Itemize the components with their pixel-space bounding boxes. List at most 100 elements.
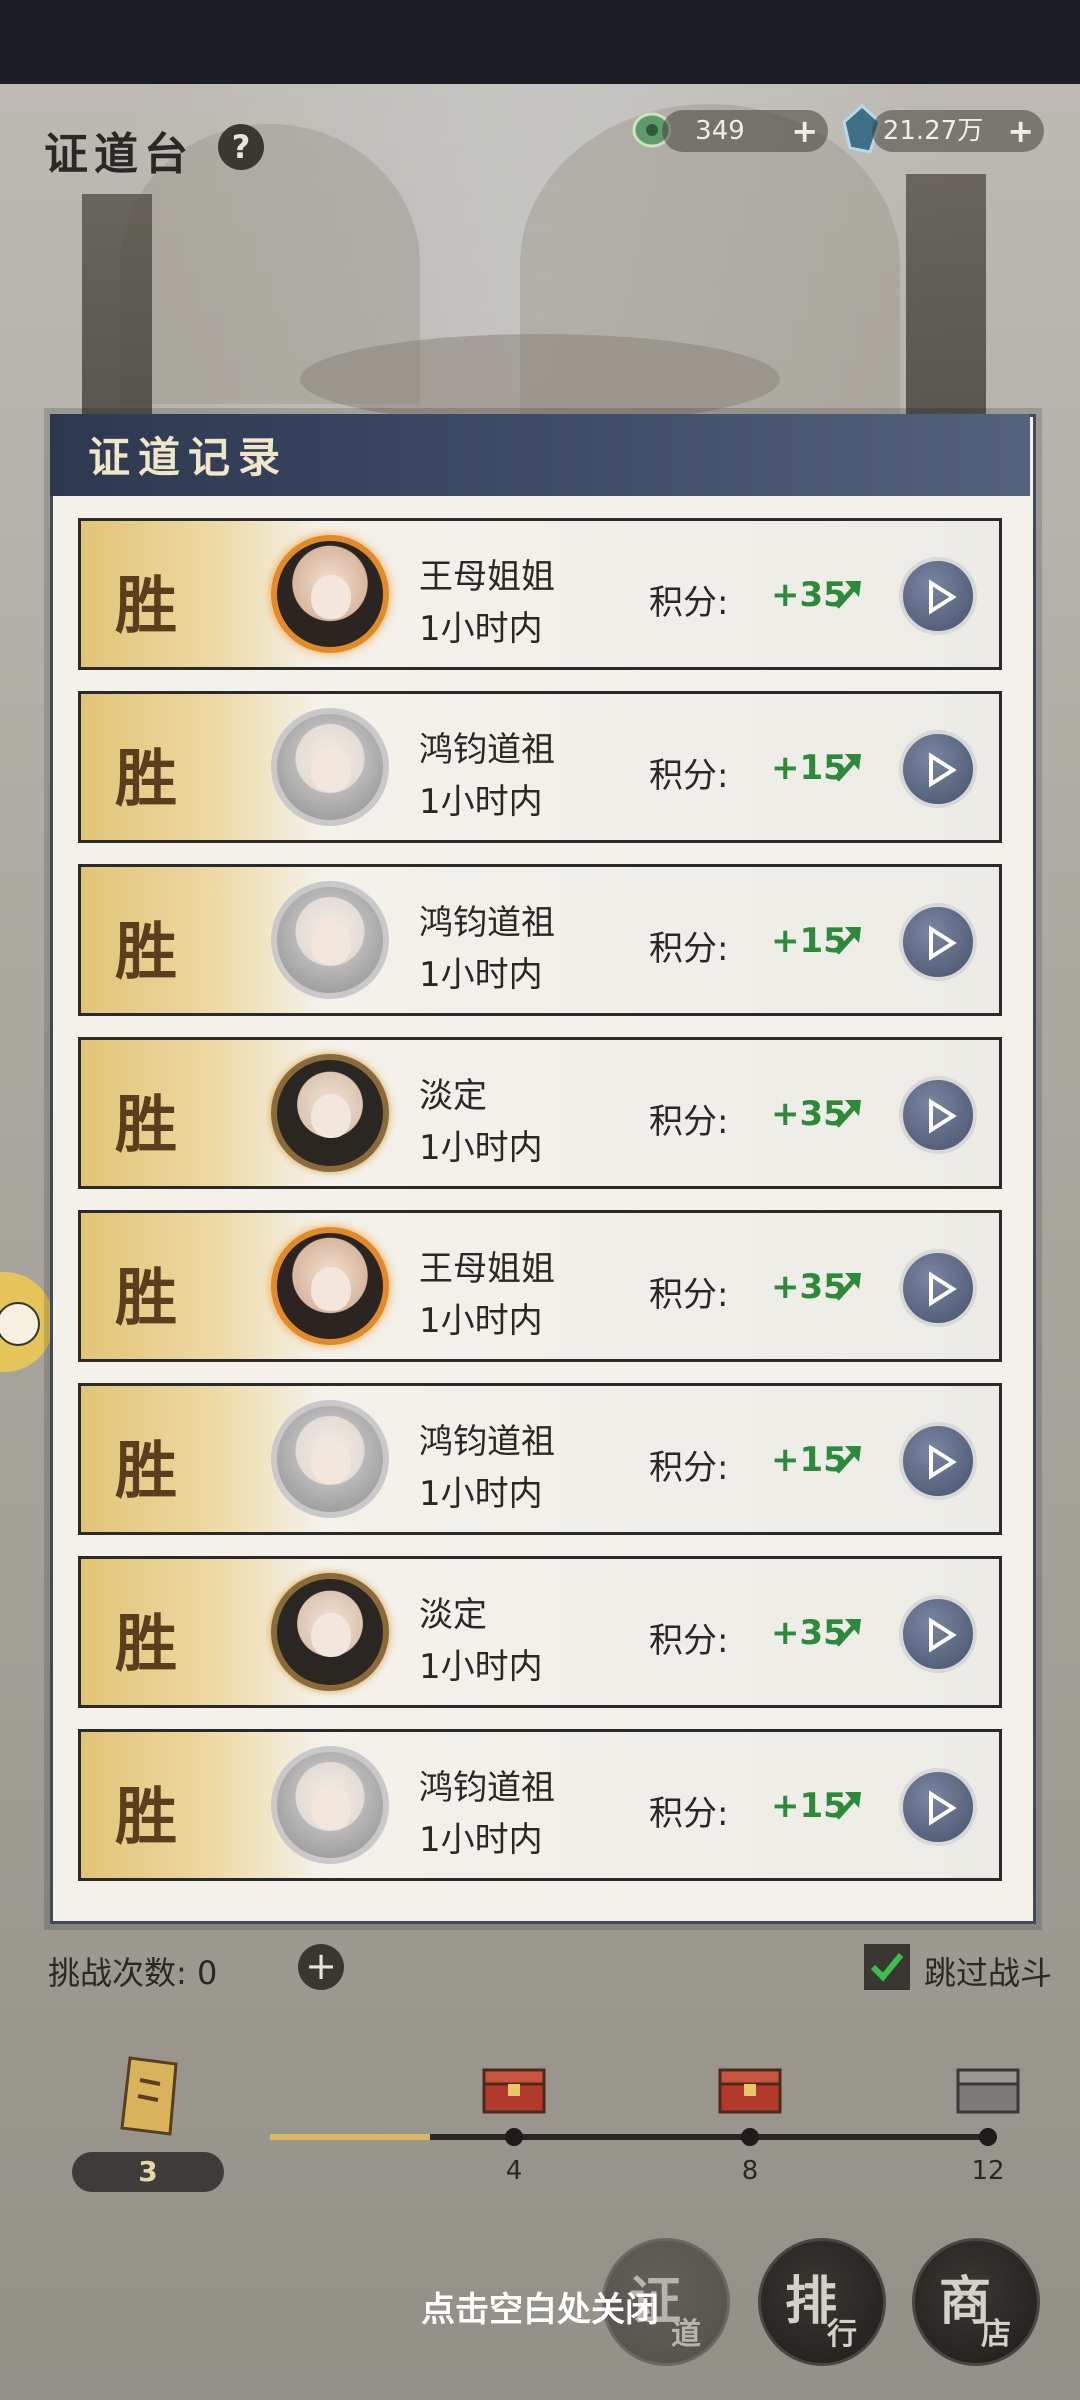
replay-button[interactable] [899,1768,977,1846]
checkmark-icon [870,1953,904,1982]
record-row: 胜淡定 1小时内 积分: +35 [78,1037,1002,1189]
close-hint[interactable]: 点击空白处关闭 [0,2282,1080,2331]
replay-button[interactable] [899,1249,977,1327]
record-row: 胜鸿钧道祖 1小时内 积分: +15 [78,1383,1002,1535]
challenge-count-label: 挑战次数: 0 [48,1954,218,1992]
replay-button[interactable] [899,1422,977,1500]
opponent-avatar[interactable] [271,881,389,999]
play-icon [929,1790,957,1826]
battle-time: 1小时内 [419,1647,543,1687]
battle-time: 1小时内 [419,1474,543,1514]
spirit-stone-value: 21.27万 [882,116,984,146]
result-label: 胜 [115,1434,178,1507]
mascot-face-icon [0,1302,40,1346]
opponent-name: 王母姐姐 [419,557,555,597]
record-row: 胜王母姐姐 1小时内 积分: +35 [78,1210,1002,1362]
score-up-arrow-icon [835,1792,861,1820]
milestone-node [505,2128,523,2146]
score-label: 积分: [649,1621,729,1661]
opponent-avatar[interactable] [271,1746,389,1864]
milestone-label: 8 [741,2156,759,2186]
avatar-face [311,921,351,965]
reward-chest-icon[interactable] [482,2066,546,2114]
play-icon [929,752,957,788]
avatar-face [311,1613,351,1657]
opponent-name: 鸿钧道祖 [419,1422,555,1462]
avatar-face [311,1094,351,1138]
skip-battle-label: 跳过战斗 [924,1954,1053,1992]
replay-button[interactable] [899,903,977,981]
score-up-arrow-icon [835,1100,861,1128]
token-count: 3 [138,2155,158,2188]
result-label: 胜 [115,1261,178,1334]
jade-coin-counter: 349 + [662,110,828,152]
top-status-strip [0,0,1080,84]
score-label: 积分: [649,1794,729,1834]
opponent-avatar[interactable] [271,1227,389,1345]
record-row: 胜鸿钧道祖 1小时内 积分: +15 [78,1729,1002,1881]
result-label: 胜 [115,1088,178,1161]
avatar-face [311,1440,351,1484]
avatar-face [311,575,351,619]
add-challenge-button[interactable]: + [298,1944,344,1990]
avatar-face [311,1267,351,1311]
record-row: 胜王母姐姐 1小时内 积分: +35 [78,518,1002,670]
score-up-arrow-icon [835,927,861,955]
play-icon [929,1098,957,1134]
replay-button[interactable] [899,730,977,808]
battle-time: 1小时内 [419,1820,543,1860]
opponent-avatar[interactable] [271,535,389,653]
score-up-arrow-icon [835,1619,861,1647]
opponent-name: 淡定 [419,1076,487,1116]
locked-chest-icon[interactable] [956,2066,1020,2114]
score-label: 积分: [649,1102,729,1142]
question-icon[interactable]: ? [218,124,264,170]
avatar-face [311,1786,351,1830]
score-up-arrow-icon [835,1446,861,1474]
page-title: 证道台 [44,129,194,180]
jade-coin-value: 349 [695,116,745,146]
opponent-avatar[interactable] [271,1573,389,1691]
milestone-progress-fill [270,2134,430,2140]
score-label: 积分: [649,756,729,796]
opponent-avatar[interactable] [271,1400,389,1518]
opponent-avatar[interactable] [271,1054,389,1172]
milestone-label: 12 [971,2156,1005,2186]
replay-button[interactable] [899,1076,977,1154]
add-jade-coin-button[interactable]: + [791,110,818,152]
score-label: 积分: [649,1275,729,1315]
battle-time: 1小时内 [419,1301,543,1341]
opponent-avatar[interactable] [271,708,389,826]
avatar-face [311,748,351,792]
reward-chest-icon[interactable] [718,2066,782,2114]
play-icon [929,579,957,615]
challenge-token-icon [110,2050,190,2140]
panel-title: 证道记录 [88,433,289,482]
play-icon [929,1271,957,1307]
replay-button[interactable] [899,557,977,635]
opponent-name: 王母姐姐 [419,1249,555,1289]
record-row: 胜淡定 1小时内 积分: +35 [78,1556,1002,1708]
milestone-label: 4 [505,2156,523,2186]
opponent-name: 鸿钧道祖 [419,730,555,770]
result-label: 胜 [115,1607,178,1680]
opponent-name: 鸿钧道祖 [419,1768,555,1808]
skip-battle-checkbox[interactable] [864,1944,910,1990]
score-label: 积分: [649,929,729,969]
score-up-arrow-icon [835,754,861,782]
milestone-node [979,2128,997,2146]
battle-time: 1小时内 [419,782,543,822]
spirit-stone-counter: 21.27万 + [872,110,1044,152]
opponent-name: 鸿钧道祖 [419,903,555,943]
result-label: 胜 [115,1780,178,1853]
milestone-node [741,2128,759,2146]
record-row: 胜鸿钧道祖 1小时内 积分: +15 [78,691,1002,843]
replay-button[interactable] [899,1595,977,1673]
score-up-arrow-icon [835,1273,861,1301]
add-spirit-stone-button[interactable]: + [1007,110,1034,152]
result-label: 胜 [115,569,178,642]
record-row: 胜鸿钧道祖 1小时内 积分: +15 [78,864,1002,1016]
play-icon [929,1617,957,1653]
battle-time: 1小时内 [419,955,543,995]
result-label: 胜 [115,915,178,988]
